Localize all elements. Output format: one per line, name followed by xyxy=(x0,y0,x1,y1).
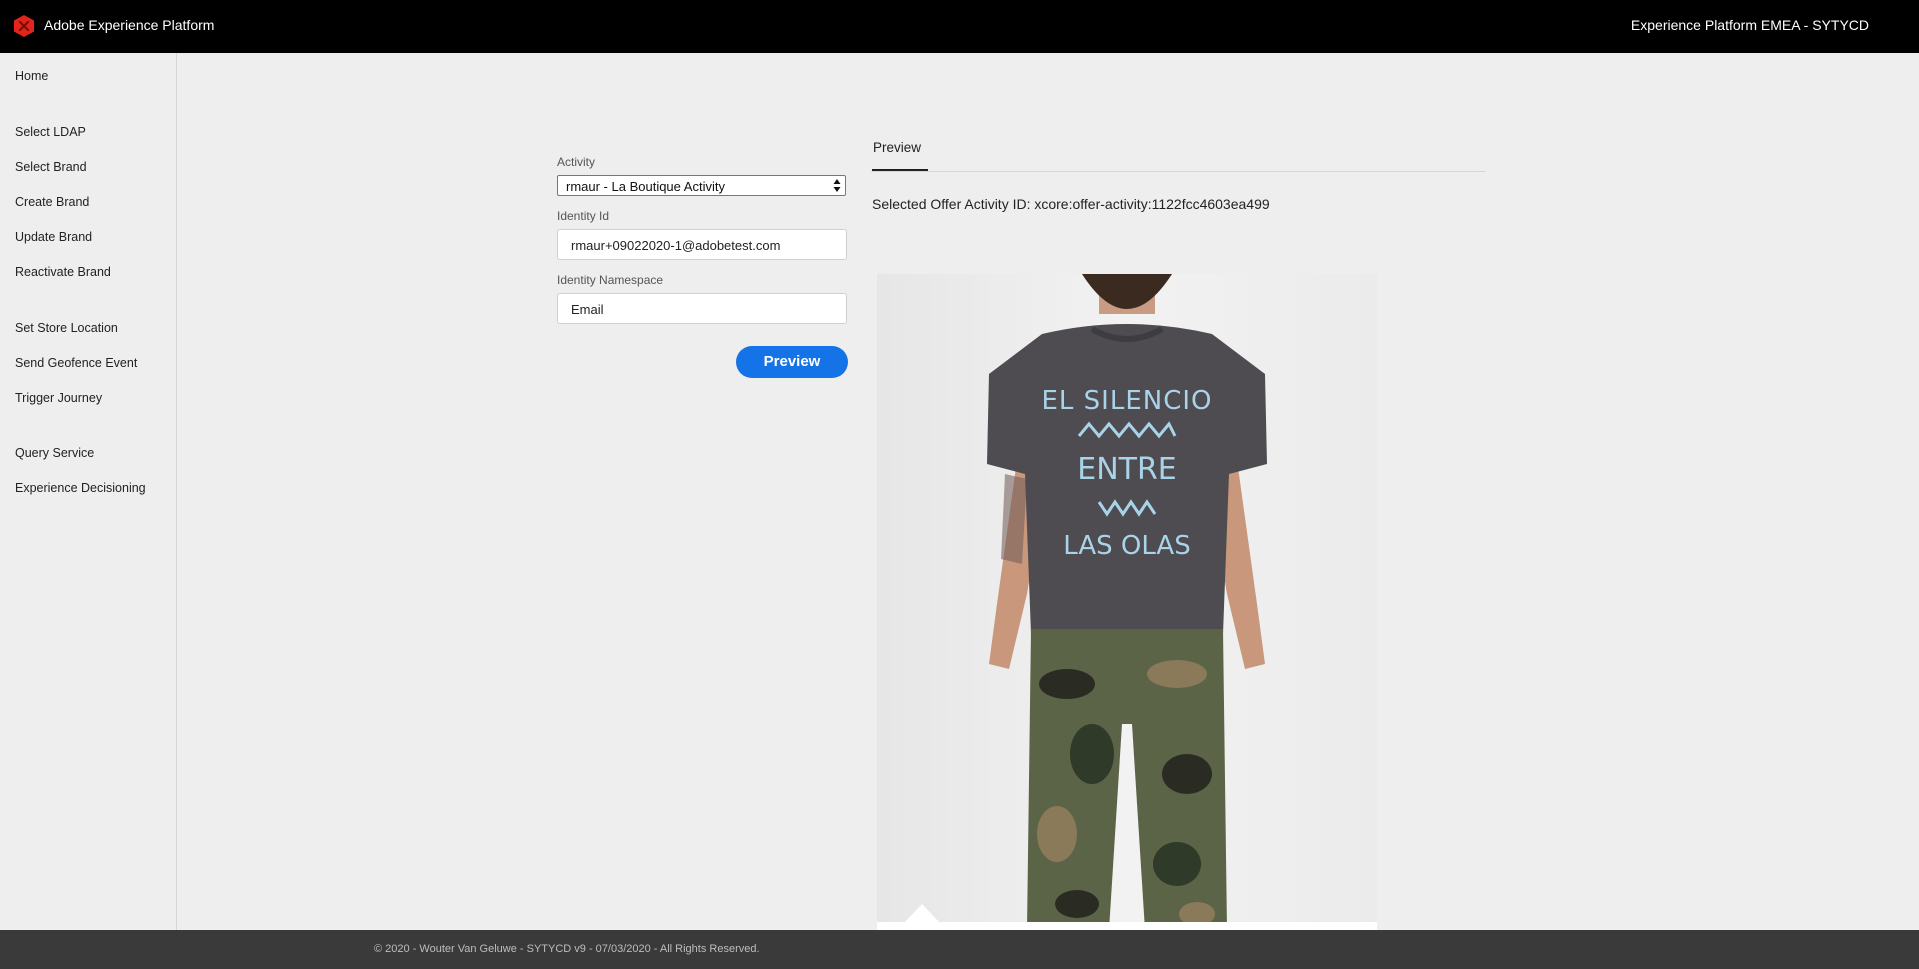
shirt-print-line-3: LAS OLAS xyxy=(1063,531,1190,561)
top-bar: Adobe Experience Platform Experience Pla… xyxy=(0,0,1919,53)
sidebar-item-reactivate-brand[interactable]: Reactivate Brand xyxy=(15,265,111,279)
sidebar-nav: Home Select LDAP Select Brand Create Bra… xyxy=(0,53,177,930)
identity-id-value: rmaur+09022020-1@adobetest.com xyxy=(571,238,781,253)
identity-namespace-value: Email xyxy=(571,302,604,317)
select-arrows-icon xyxy=(833,179,841,192)
sidebar-item-home[interactable]: Home xyxy=(15,69,48,83)
identity-id-label: Identity Id xyxy=(557,209,610,223)
identity-id-input[interactable]: rmaur+09022020-1@adobetest.com xyxy=(557,229,847,260)
sidebar-item-query-service[interactable]: Query Service xyxy=(15,446,94,460)
sidebar-item-select-brand[interactable]: Select Brand xyxy=(15,160,87,174)
app-title[interactable]: Adobe Experience Platform xyxy=(44,17,214,33)
org-switcher[interactable]: Experience Platform EMEA - SYTYCD xyxy=(1631,17,1869,33)
activity-label: Activity xyxy=(557,155,596,169)
adobe-logo-icon[interactable] xyxy=(12,14,36,38)
activity-select[interactable]: rmaur - La Boutique Activity xyxy=(557,175,846,196)
identity-namespace-label: Identity Namespace xyxy=(557,273,664,287)
sidebar-item-create-brand[interactable]: Create Brand xyxy=(15,195,89,209)
footer: © 2020 - Wouter Van Geluwe - SYTYCD v9 -… xyxy=(0,930,1919,969)
footer-copyright: © 2020 - Wouter Van Geluwe - SYTYCD v9 -… xyxy=(374,943,760,955)
shirt-print-line-2: ENTRE xyxy=(1077,452,1177,487)
sidebar-item-update-brand[interactable]: Update Brand xyxy=(15,230,92,244)
tab-active-indicator xyxy=(872,169,928,171)
sidebar-item-send-geofence-event[interactable]: Send Geofence Event xyxy=(15,356,137,370)
activity-select-value: rmaur - La Boutique Activity xyxy=(566,179,725,194)
shirt-print-line-1: EL SILENCIO xyxy=(1042,386,1213,416)
sidebar-item-set-store-location[interactable]: Set Store Location xyxy=(15,321,118,335)
tab-preview[interactable]: Preview xyxy=(873,140,921,155)
selected-offer-text: Selected Offer Activity ID: xcore:offer-… xyxy=(872,196,1270,212)
preview-button[interactable]: Preview xyxy=(736,346,848,378)
sidebar-item-experience-decisioning[interactable]: Experience Decisioning xyxy=(15,481,146,495)
identity-namespace-input[interactable]: Email xyxy=(557,293,847,324)
tab-divider xyxy=(871,171,1486,172)
sidebar-item-trigger-journey[interactable]: Trigger Journey xyxy=(15,391,102,405)
offer-image: EL SILENCIO ENTRE LAS OLAS xyxy=(877,274,1377,930)
sidebar-item-select-ldap[interactable]: Select LDAP xyxy=(15,125,86,139)
